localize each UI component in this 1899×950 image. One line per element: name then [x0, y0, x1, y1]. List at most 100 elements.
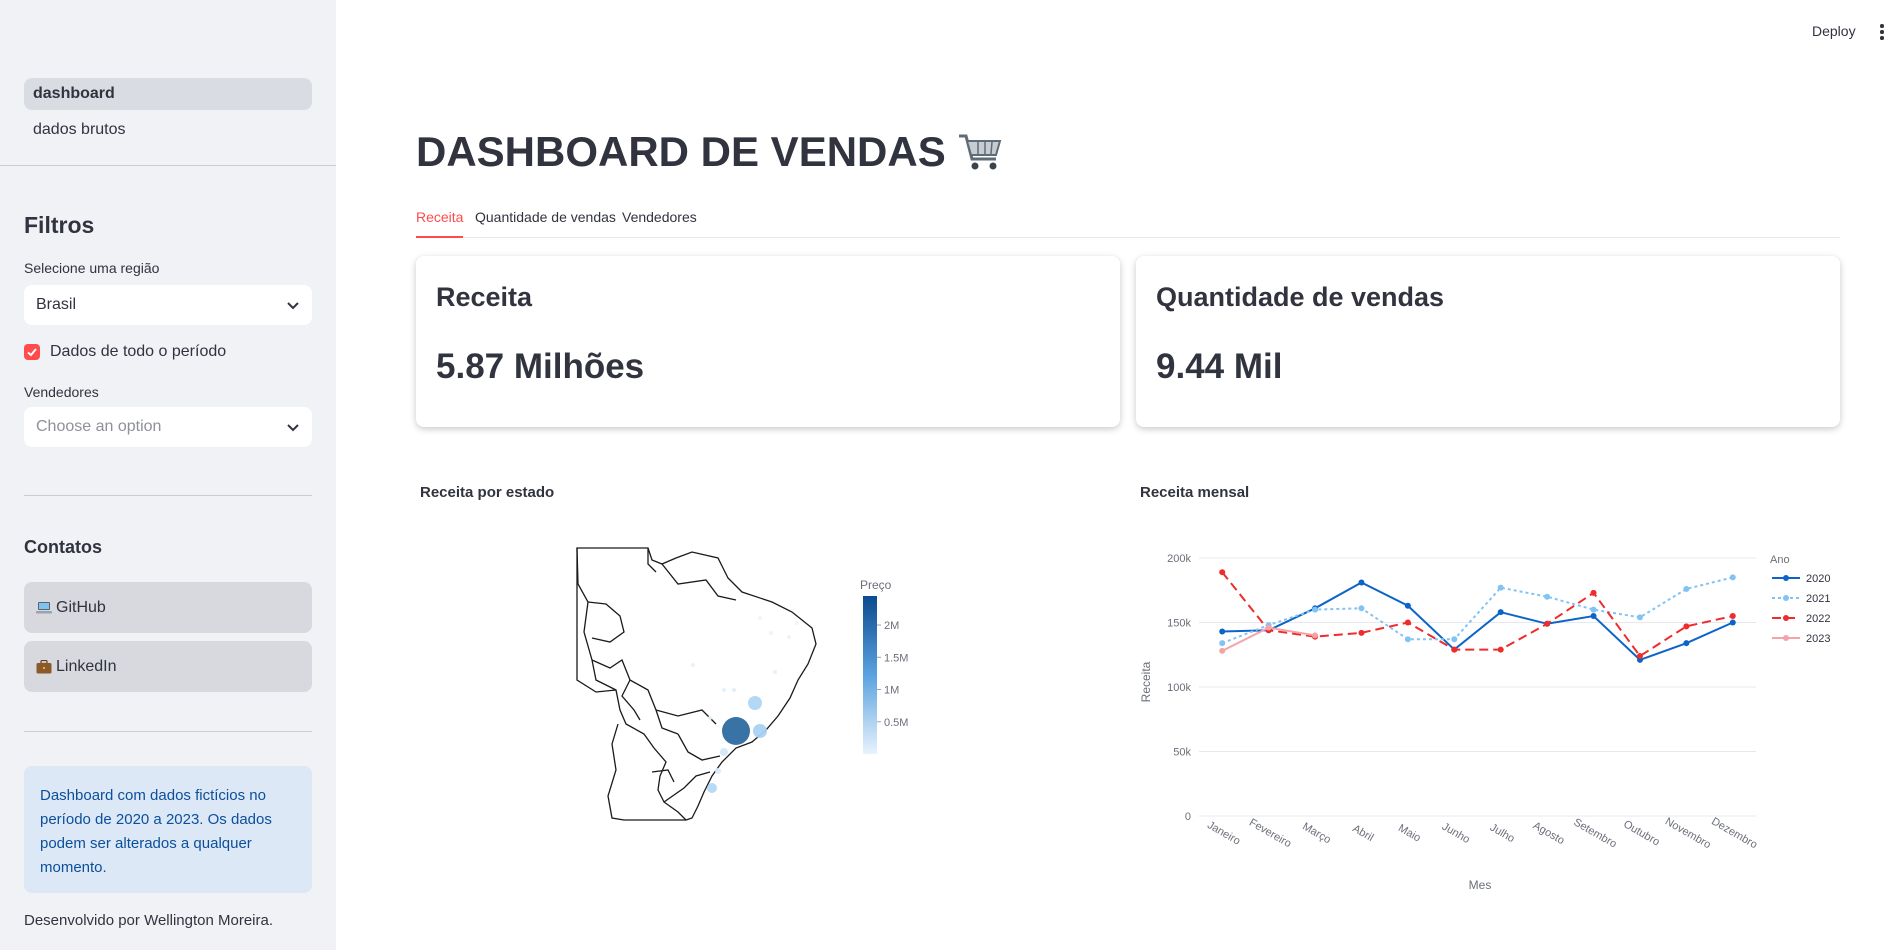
data-point[interactable] — [1404, 602, 1411, 609]
data-point[interactable] — [1219, 569, 1226, 576]
sellers-select-placeholder: Choose an option — [36, 418, 162, 435]
legend-item-2021[interactable]: 2021 — [1772, 593, 1830, 605]
revenue-by-state-map[interactable]: Preço 2M 1.5M 1M 0.5M — [416, 520, 1116, 840]
data-point[interactable] — [1544, 593, 1551, 600]
colorbar-tick-label: 1M — [884, 685, 899, 697]
data-point[interactable] — [1590, 589, 1597, 596]
legend-marker — [1783, 575, 1789, 581]
kebab-menu-icon[interactable] — [1880, 24, 1886, 40]
data-point[interactable] — [1312, 606, 1319, 613]
data-point[interactable] — [1590, 613, 1597, 620]
data-point[interactable] — [1312, 632, 1319, 639]
data-point[interactable] — [1590, 606, 1597, 613]
y-gridlines — [1199, 557, 1756, 817]
line-chart-title: Receita mensal — [1140, 484, 1250, 501]
legend-item-2023[interactable]: 2023 — [1772, 633, 1830, 645]
map-chart-title: Receita por estado — [420, 484, 555, 501]
shopping-cart-icon — [958, 134, 1002, 170]
state-bubble[interactable] — [773, 670, 777, 674]
state-bubble[interactable] — [715, 768, 721, 774]
nav-divider — [0, 165, 336, 166]
period-checkbox-label: Dados de todo o período — [50, 343, 227, 360]
state-bubble[interactable] — [707, 783, 717, 793]
data-point[interactable] — [1451, 636, 1458, 643]
x-tick-label: Abril — [1350, 823, 1375, 844]
nav-item-dashboard[interactable]: dashboard — [24, 78, 312, 110]
metric-value: 9.44 Mil — [1156, 347, 1283, 386]
data-point[interactable] — [1636, 653, 1643, 660]
data-point[interactable] — [1404, 636, 1411, 643]
data-point[interactable] — [1544, 620, 1551, 627]
data-point[interactable] — [1683, 640, 1690, 647]
legend-marker — [1783, 635, 1789, 641]
legend-label: 2020 — [1806, 573, 1830, 585]
x-tick-label: Fevereiro — [1247, 817, 1293, 851]
state-bubble[interactable] — [769, 631, 773, 635]
state-bubble[interactable] — [720, 748, 728, 756]
data-point[interactable] — [1358, 629, 1365, 636]
y-tick-label: 100k — [1167, 682, 1191, 694]
legend[interactable]: 2020 2021 2022 2023 — [1772, 573, 1830, 645]
data-point[interactable] — [1219, 640, 1226, 647]
state-bubble[interactable] — [722, 688, 726, 692]
tab-sellers[interactable]: Vendedores — [622, 209, 697, 238]
data-point[interactable] — [1497, 609, 1504, 616]
laptop-icon — [36, 601, 52, 613]
x-axis-title: Mes — [1469, 878, 1492, 892]
state-bubble[interactable] — [691, 663, 695, 667]
y-axis-title: Receita — [1139, 661, 1153, 702]
data-point[interactable] — [1497, 646, 1504, 653]
metric-card-revenue: Receita 5.87 Milhões — [416, 256, 1120, 427]
deploy-button[interactable]: Deploy — [1812, 23, 1856, 39]
state-bubble[interactable] — [732, 688, 736, 692]
x-tick-labels: Janeiro Fevereiro Março Abril Maio Junho Julho… — [1205, 816, 1759, 852]
region-select[interactable]: Brasil — [24, 285, 312, 325]
legend-title: Ano — [1770, 554, 1790, 566]
data-point[interactable] — [1729, 619, 1736, 626]
data-point[interactable] — [1729, 613, 1736, 620]
x-tick-label: Março — [1300, 821, 1332, 847]
state-bubble[interactable] — [795, 621, 799, 625]
nav-item-raw-data[interactable]: dados brutos — [24, 114, 312, 146]
state-bubble[interactable] — [787, 635, 791, 639]
data-point[interactable] — [1404, 619, 1411, 626]
state-bubble[interactable] — [758, 616, 762, 620]
x-tick-label: Novembro — [1663, 816, 1713, 852]
data-point[interactable] — [1497, 584, 1504, 591]
sidebar-divider — [24, 495, 312, 496]
data-point[interactable] — [1265, 624, 1272, 631]
sellers-select[interactable]: Choose an option — [24, 407, 312, 447]
data-point[interactable] — [1219, 628, 1226, 635]
legend-item-2020[interactable]: 2020 — [1772, 573, 1830, 585]
linkedin-button[interactable]: LinkedIn — [24, 641, 312, 692]
tab-revenue[interactable]: Receita — [416, 209, 464, 238]
data-point[interactable] — [1636, 614, 1643, 621]
tab-sales-quantity[interactable]: Quantidade de vendas — [475, 209, 616, 238]
series-2022 — [1219, 569, 1736, 660]
colorbar-ticks: 2M 1.5M 1M 0.5M — [877, 620, 908, 729]
series-line — [1221, 571, 1734, 658]
x-tick-label: Julho — [1488, 822, 1517, 846]
x-tick-label: Agosto — [1531, 820, 1567, 848]
legend-item-2022[interactable]: 2022 — [1772, 613, 1830, 625]
data-point[interactable] — [1729, 574, 1736, 581]
linkedin-label: LinkedIn — [56, 658, 117, 675]
state-bubble[interactable] — [753, 724, 767, 738]
chevron-down-icon — [287, 424, 299, 432]
state-bubble[interactable] — [708, 716, 712, 720]
data-point[interactable] — [1358, 579, 1365, 586]
colorbar — [863, 596, 877, 754]
github-button[interactable]: GitHub — [24, 582, 312, 633]
data-point[interactable] — [1358, 605, 1365, 612]
monthly-revenue-chart[interactable]: 0 50k 100k 150k 200k Janeiro Fevereiro Março Ab… — [1136, 540, 1876, 900]
period-checkbox[interactable] — [24, 344, 40, 360]
data-point[interactable] — [1219, 647, 1226, 654]
metric-label: Receita — [436, 282, 533, 312]
x-tick-label: Junho — [1440, 821, 1472, 846]
data-point[interactable] — [1683, 585, 1690, 592]
state-bubble[interactable] — [748, 696, 762, 710]
data-point[interactable] — [1683, 623, 1690, 630]
metric-card-sales-quantity: Quantidade de vendas 9.44 Mil — [1136, 256, 1840, 427]
state-bubble[interactable] — [722, 717, 750, 745]
data-point[interactable] — [1451, 646, 1458, 653]
